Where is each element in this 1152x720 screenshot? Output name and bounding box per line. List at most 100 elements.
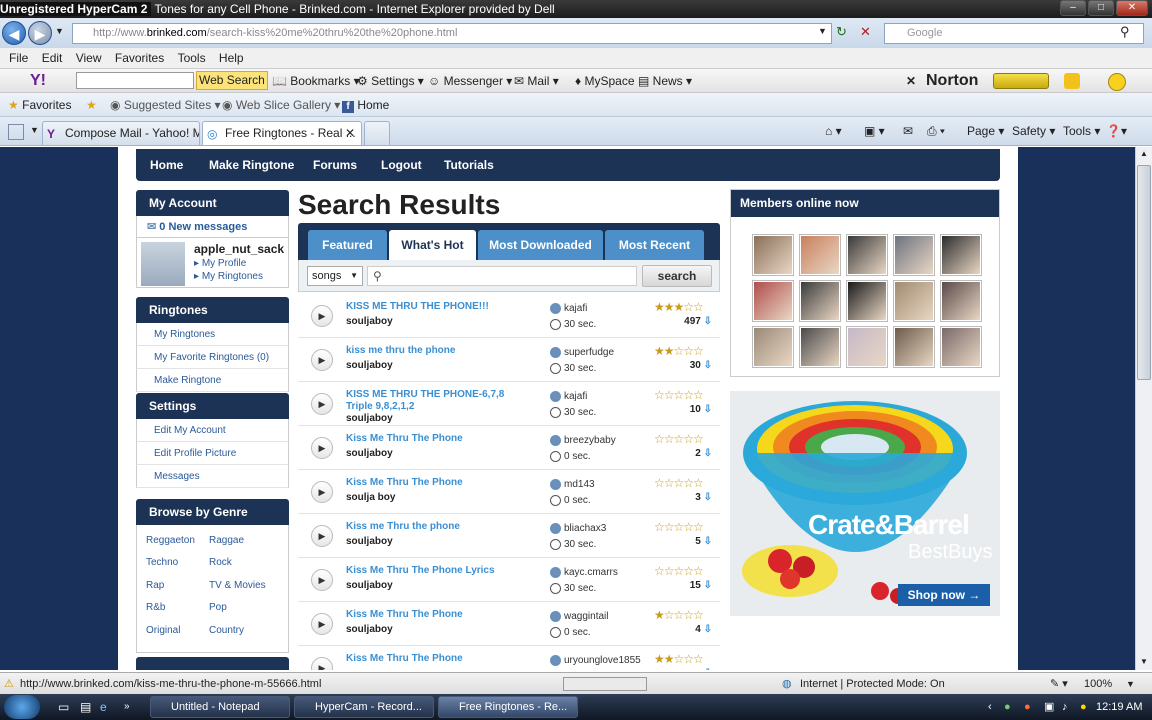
member-avatar[interactable]: [941, 327, 981, 367]
member-avatar[interactable]: [753, 235, 793, 275]
play-icon[interactable]: ▶: [311, 569, 333, 591]
norton-tray-icon[interactable]: ●: [1080, 694, 1087, 720]
switch-windows-icon[interactable]: ▤: [80, 694, 91, 720]
url-field[interactable]: http://www.brinked.com/search-kiss%20me%…: [72, 23, 832, 44]
play-icon[interactable]: ▶: [311, 657, 333, 670]
new-tab-button[interactable]: [364, 121, 390, 145]
new-messages-link[interactable]: ✉ 0 New messages: [136, 216, 289, 238]
page-scrollbar[interactable]: ▲ ▼: [1135, 147, 1152, 670]
home-favorite-button[interactable]: f Home: [342, 93, 389, 117]
play-icon[interactable]: ▶: [311, 305, 333, 327]
download-icon[interactable]: ⇩: [704, 668, 712, 670]
rating-stars[interactable]: ★☆☆☆☆: [654, 608, 704, 622]
favorites-button[interactable]: ★ Favorites: [8, 93, 71, 117]
member-avatar[interactable]: [847, 327, 887, 367]
start-button[interactable]: [4, 695, 40, 719]
member-avatar[interactable]: [847, 281, 887, 321]
result-title[interactable]: Kiss Me Thru The Phone: [346, 609, 531, 621]
print-icon[interactable]: ⎙ ▾: [927, 117, 945, 146]
norton-safe-icon[interactable]: [1064, 73, 1080, 89]
result-user[interactable]: kajafi: [550, 303, 587, 314]
download-icon[interactable]: ⇩: [704, 624, 712, 635]
result-title[interactable]: KISS ME THRU THE PHONE!!!: [346, 301, 531, 313]
rating-stars[interactable]: ★★★☆☆: [654, 300, 704, 314]
sidebar-messages[interactable]: Messages: [136, 465, 289, 488]
tray-status-icon[interactable]: ●: [1004, 694, 1011, 720]
nav-tutorials[interactable]: Tutorials: [444, 149, 494, 181]
myspace-button[interactable]: ♦ MySpace: [575, 69, 635, 93]
zoom-level[interactable]: 100%: [1084, 673, 1112, 695]
result-user[interactable]: kayc.cmarrs: [550, 567, 618, 578]
advertisement[interactable]: Crate&Barrel BestBuys Shop now →: [730, 391, 1000, 616]
result-title[interactable]: Kiss Me Thru The Phone: [346, 477, 531, 489]
genre-country[interactable]: Country: [209, 625, 244, 636]
rating-stars[interactable]: ★★☆☆☆: [654, 344, 704, 358]
result-title[interactable]: kiss me thru the phone: [346, 345, 531, 357]
yahoo-logo-icon[interactable]: Y!: [30, 69, 46, 93]
download-icon[interactable]: ⇩: [704, 404, 712, 415]
tab-whats-hot[interactable]: What's Hot: [389, 230, 476, 260]
avatar[interactable]: [141, 242, 185, 286]
result-user[interactable]: md143: [550, 479, 595, 490]
zoom-dropdown-icon[interactable]: ▼: [1126, 673, 1135, 695]
web-search-button[interactable]: Web Search: [196, 71, 268, 90]
download-icon[interactable]: ⇩: [704, 536, 712, 547]
result-title[interactable]: KISS ME THRU THE PHONE-6,7,8 Triple 9,8,…: [346, 389, 531, 413]
rating-stars[interactable]: ☆☆☆☆☆: [654, 388, 704, 402]
rating-stars[interactable]: ☆☆☆☆☆: [654, 476, 704, 490]
member-avatar[interactable]: [847, 235, 887, 275]
quick-tabs-icon[interactable]: [8, 124, 24, 140]
menu-help[interactable]: Help: [219, 51, 244, 65]
result-title[interactable]: Kiss Me Thru The Phone: [346, 433, 531, 445]
result-title[interactable]: Kiss Me Thru The Phone Lyrics: [346, 565, 531, 577]
my-ringtones-profile-link[interactable]: ▸ My Ringtones: [194, 271, 263, 282]
network-icon[interactable]: ▣: [1044, 694, 1054, 720]
tray-app-icon[interactable]: ●: [1024, 694, 1031, 720]
rating-stars[interactable]: ☆☆☆☆☆: [654, 432, 704, 446]
download-icon[interactable]: ⇩: [704, 448, 712, 459]
download-icon[interactable]: ⇩: [704, 316, 712, 327]
genre-rap[interactable]: Rap: [146, 580, 164, 591]
results-search-input[interactable]: ⚲: [367, 266, 637, 286]
tab-list-icon[interactable]: ▼: [30, 125, 39, 135]
add-favorite-icon[interactable]: ★: [86, 93, 97, 117]
play-icon[interactable]: ▶: [311, 525, 333, 547]
result-user[interactable]: breezybaby: [550, 435, 616, 446]
sidebar-edit-account[interactable]: Edit My Account: [136, 419, 289, 442]
stop-icon[interactable]: ✕: [860, 24, 871, 40]
member-avatar[interactable]: [800, 327, 840, 367]
download-icon[interactable]: ⇩: [704, 492, 712, 503]
settings-button[interactable]: ⚙ Settings ▾: [357, 69, 424, 93]
home-icon[interactable]: ⌂ ▾: [825, 117, 842, 146]
history-dropdown-icon[interactable]: ▼: [55, 26, 64, 36]
download-icon[interactable]: ⇩: [704, 580, 712, 591]
tray-arrow-icon[interactable]: ‹: [988, 694, 992, 720]
minimize-button[interactable]: –: [1060, 0, 1086, 16]
search-input[interactable]: Google: [884, 23, 1144, 44]
nav-logout[interactable]: Logout: [381, 149, 422, 181]
sidebar-my-ringtones[interactable]: My Ringtones: [136, 323, 289, 346]
search-type-select[interactable]: songs ▼: [307, 266, 363, 286]
genre-rock[interactable]: Rock: [209, 557, 232, 568]
member-avatar[interactable]: [894, 327, 934, 367]
forward-button[interactable]: ▶: [28, 21, 52, 45]
maximize-button[interactable]: □: [1088, 0, 1114, 16]
download-icon[interactable]: ⇩: [704, 360, 712, 371]
nav-home[interactable]: Home: [150, 149, 183, 181]
play-icon[interactable]: ▶: [311, 481, 333, 503]
url-dropdown-icon[interactable]: ▼: [818, 26, 827, 36]
close-tab-icon[interactable]: ✕: [345, 122, 355, 144]
member-avatar[interactable]: [894, 235, 934, 275]
refresh-icon[interactable]: ↻: [836, 24, 847, 40]
show-desktop-icon[interactable]: ▭: [58, 694, 69, 720]
taskbar-ringtones[interactable]: Free Ringtones - Re...: [438, 696, 578, 718]
tab-most-downloaded[interactable]: Most Downloaded: [478, 230, 603, 260]
menu-favorites[interactable]: Favorites: [115, 51, 164, 65]
genre-rnb[interactable]: R&b: [146, 602, 165, 613]
web-slice-gallery-button[interactable]: ◉ Web Slice Gallery ▾: [222, 93, 340, 117]
security-zone[interactable]: Internet | Protected Mode: On: [800, 673, 945, 695]
norton-logo[interactable]: Norton: [926, 69, 978, 93]
sidebar-make-ringtone[interactable]: Make Ringtone: [136, 369, 289, 392]
sidebar-edit-profile-picture[interactable]: Edit Profile Picture: [136, 442, 289, 465]
yahoo-search-input[interactable]: [76, 72, 194, 89]
